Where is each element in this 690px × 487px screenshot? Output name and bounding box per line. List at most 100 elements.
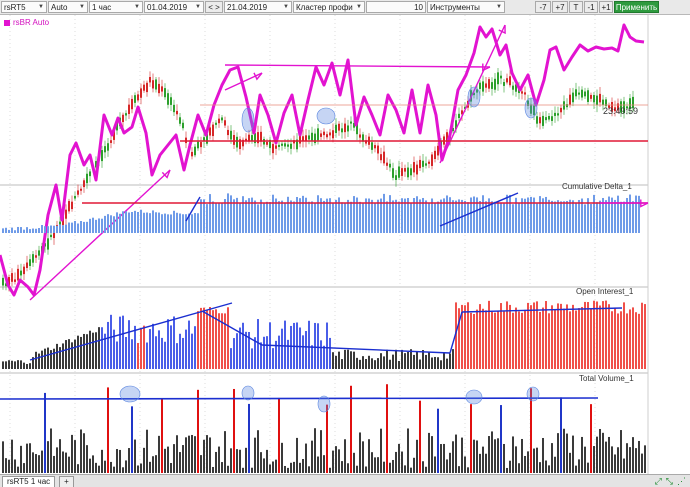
open-interest-bar xyxy=(239,327,241,369)
open-interest-label: Open Interest_1 xyxy=(576,287,634,296)
open-interest-bar xyxy=(473,313,475,369)
candle-body xyxy=(221,117,223,121)
calendar-icon: ▼ xyxy=(195,4,201,10)
candle-body xyxy=(215,122,217,125)
volume-bar xyxy=(170,463,172,473)
volume-bar xyxy=(632,437,634,473)
open-interest-bar xyxy=(131,339,133,369)
volume-bar xyxy=(14,459,16,473)
open-interest-bar xyxy=(116,341,118,369)
cumulative-delta-bar xyxy=(8,229,10,233)
cumulative-delta-bar xyxy=(110,215,112,233)
open-interest-bar xyxy=(134,325,136,369)
candle-body xyxy=(326,134,328,138)
cumulative-delta-bar xyxy=(491,201,493,233)
open-interest-bar xyxy=(164,341,166,369)
cumulative-delta-bar xyxy=(614,199,616,233)
volume-bar xyxy=(176,435,178,473)
cumulative-delta-bar xyxy=(590,203,592,233)
date-to-field[interactable]: 21.04.2019 ▼ xyxy=(224,1,292,13)
open-interest-bar xyxy=(95,332,97,369)
volume-bar xyxy=(434,456,436,473)
mode-select[interactable]: Auto ▼ xyxy=(48,1,88,13)
open-interest-bar xyxy=(560,303,562,369)
cluster-select[interactable]: Кластер профи ▼ xyxy=(293,1,365,13)
cumulative-delta-bar xyxy=(164,213,166,233)
cumulative-delta-bar xyxy=(395,199,397,233)
open-interest-bar xyxy=(425,354,427,369)
candle-body xyxy=(536,116,538,124)
volume-bar xyxy=(392,459,394,473)
date-from-field[interactable]: 01.04.2019 ▼ xyxy=(144,1,204,13)
volume-bar xyxy=(494,439,496,473)
cumulative-delta-bar xyxy=(425,200,427,233)
open-interest-bar xyxy=(398,360,400,369)
open-interest-bar xyxy=(446,358,448,369)
volume-bar xyxy=(203,439,205,473)
cumulative-delta-bar xyxy=(569,199,571,233)
volume-bar xyxy=(500,405,502,473)
interval-select[interactable]: 1 час ▼ xyxy=(89,1,143,13)
open-interest-bar xyxy=(89,330,91,369)
volume-bar xyxy=(98,465,100,473)
volume-bar xyxy=(404,465,406,473)
candle-body xyxy=(158,83,160,94)
open-interest-bar xyxy=(368,355,370,369)
cumulative-delta-bar xyxy=(89,218,91,233)
cumulative-delta-bar xyxy=(371,199,373,233)
volume-bar xyxy=(584,446,586,473)
cumulative-delta-bar xyxy=(98,218,100,233)
cumulative-delta-bar xyxy=(134,210,136,233)
minus-7-button[interactable]: -7 xyxy=(535,1,551,13)
cumulative-delta-bar xyxy=(572,200,574,233)
volume-level-line xyxy=(0,397,599,400)
volume-bar xyxy=(488,436,490,473)
volume-bar xyxy=(152,456,154,473)
open-interest-bar xyxy=(437,357,439,369)
candle-body xyxy=(191,151,193,157)
volume-bar xyxy=(155,455,157,473)
volume-bar xyxy=(446,459,448,473)
tab-rsrt5[interactable]: rsRT5 1 час xyxy=(2,475,56,487)
volume-bar xyxy=(518,463,520,473)
minus-1-button[interactable]: -1 xyxy=(584,1,598,13)
volume-bar xyxy=(89,458,91,473)
date-nav-button[interactable]: < > xyxy=(205,1,223,13)
open-interest-bar xyxy=(434,356,436,369)
cumulative-delta-bar xyxy=(314,203,316,233)
plus-7-button[interactable]: +7 xyxy=(552,1,568,13)
candle-body xyxy=(176,110,178,115)
cumulative-delta-bar xyxy=(53,225,55,233)
candle-body xyxy=(593,95,595,103)
open-interest-bar xyxy=(416,351,418,369)
chevron-down-icon: ▼ xyxy=(496,4,502,10)
open-interest-bar xyxy=(575,310,577,369)
cumulative-delta-bar xyxy=(506,194,508,233)
chart-canvas[interactable] xyxy=(0,15,690,474)
cumulative-delta-bar xyxy=(11,227,13,233)
volume-bar xyxy=(278,397,280,473)
apply-button[interactable]: Применить xyxy=(614,1,659,13)
volume-bar xyxy=(248,403,250,473)
volume-bar xyxy=(137,465,139,473)
volume-bar xyxy=(44,392,46,473)
expand-icon[interactable]: ⤢ xyxy=(655,476,662,487)
open-interest-bar xyxy=(512,312,514,369)
tools-menu[interactable]: Инструменты ▼ xyxy=(427,1,505,13)
plus-1-button[interactable]: +1 xyxy=(599,1,613,13)
cumulative-delta-bar xyxy=(566,201,568,233)
volume-bar xyxy=(608,436,610,473)
add-tab-button[interactable]: + xyxy=(59,475,74,487)
cumulative-delta-bar xyxy=(269,202,271,233)
cumulative-delta-bar xyxy=(56,225,58,233)
cumulative-delta-bar xyxy=(548,199,550,233)
cumulative-delta-bar xyxy=(20,227,22,233)
symbol-select[interactable]: rsRT5 ▼ xyxy=(1,1,47,13)
volume-bar xyxy=(533,448,535,473)
fullscreen-icon[interactable]: ⤡ xyxy=(666,476,673,487)
value-field[interactable]: 10 xyxy=(366,1,426,13)
t-button[interactable]: T xyxy=(569,1,583,13)
cumulative-delta-bar xyxy=(173,210,175,233)
volume-bar xyxy=(242,467,244,473)
resize-grip-icon[interactable]: ⋰ xyxy=(677,476,686,487)
